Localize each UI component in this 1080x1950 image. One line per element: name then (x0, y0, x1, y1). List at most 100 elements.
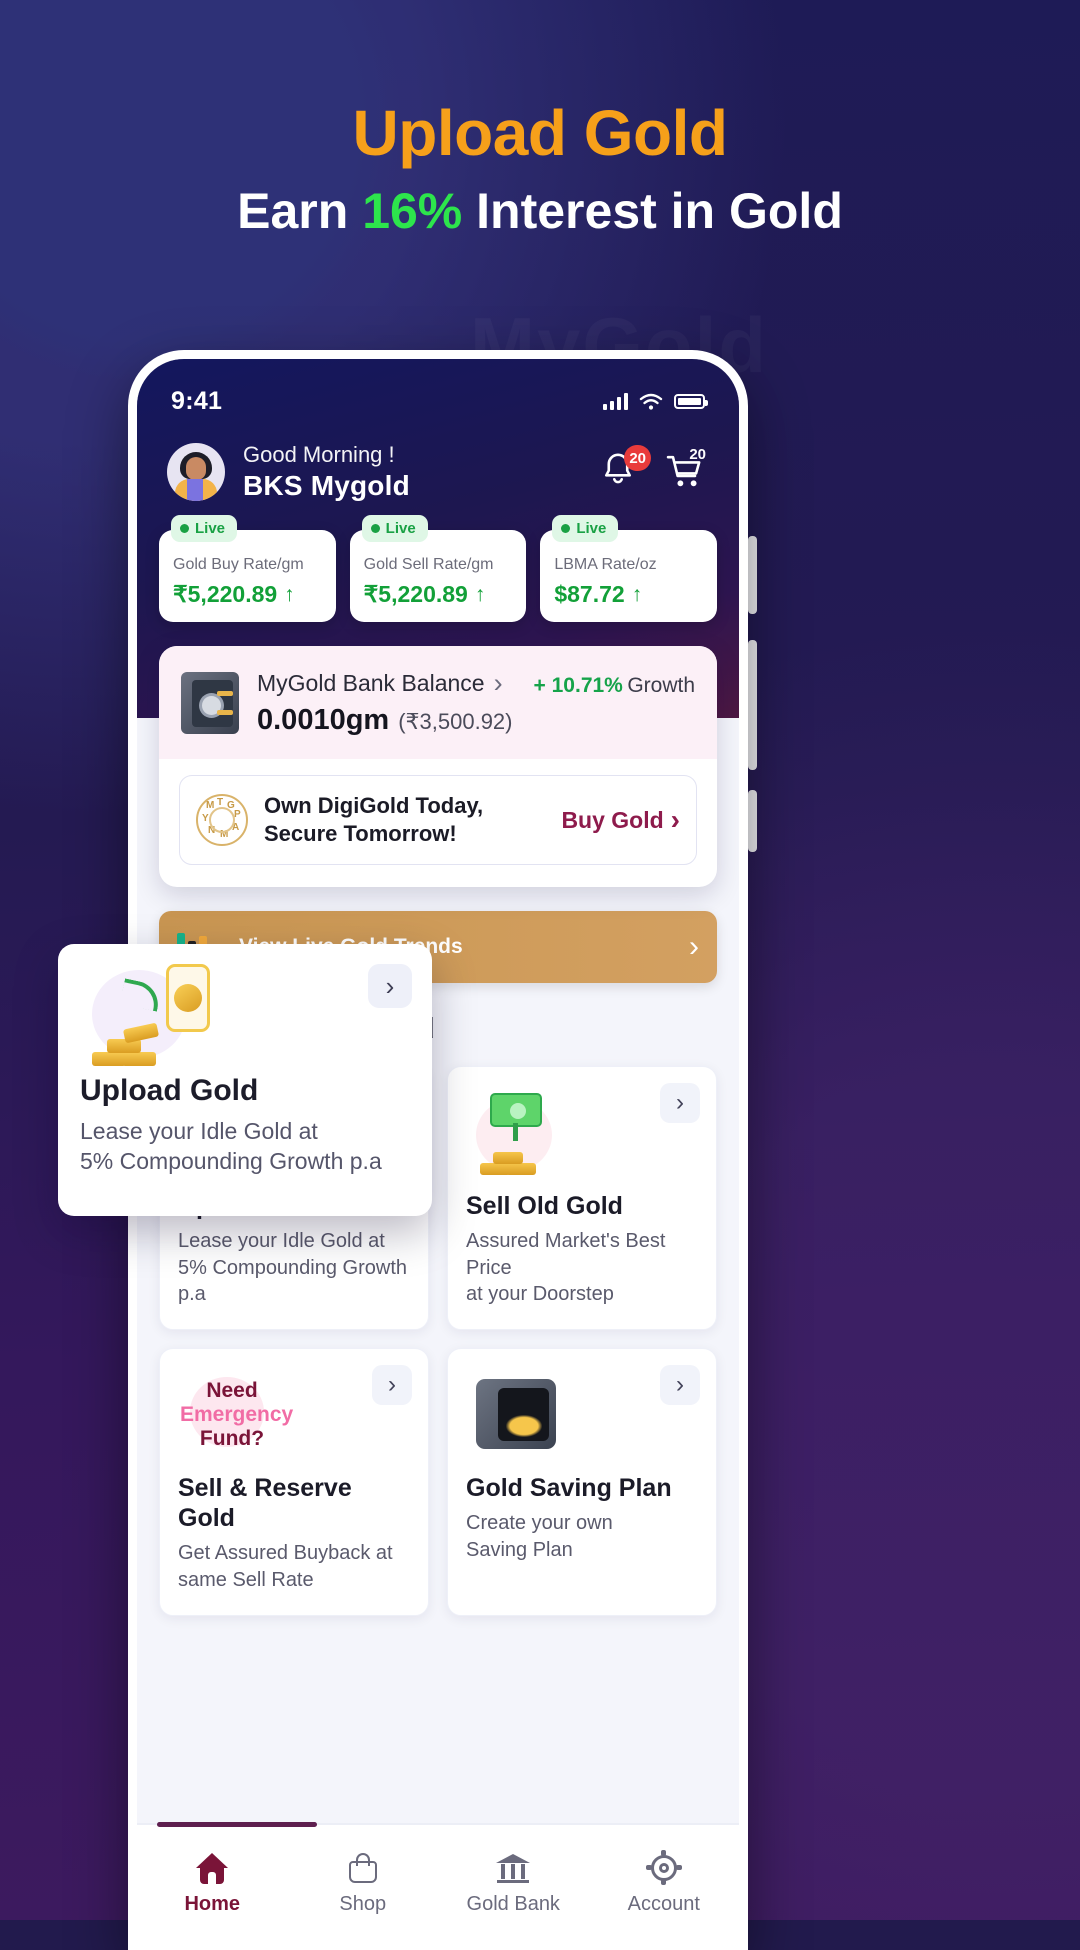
promo-subtitle-pre: Earn (237, 183, 363, 240)
shop-bag-icon (345, 1851, 381, 1885)
live-badge-label: Live (195, 520, 226, 537)
nav-item-shop[interactable]: Shop (288, 1851, 439, 1916)
status-icons (603, 393, 708, 411)
digigold-text: Own DigiGold Today, Secure Tomorrow! (264, 792, 483, 848)
live-badge: Live (171, 515, 238, 542)
promo-subtitle-highlight: 16% (362, 183, 463, 240)
live-dot-icon (370, 524, 380, 533)
header-actions: 20 20 (599, 445, 709, 493)
safe-vault-icon (181, 671, 239, 734)
feature-desc: Create your own Saving Plan (466, 1510, 698, 1563)
emergency-art-line2: Emergency (180, 1403, 294, 1426)
upload-gold-desc-line2: 5% Compounding Growth p.a (80, 1148, 382, 1175)
battery-icon (674, 394, 708, 409)
feature-card-gold-saving-plan[interactable]: › Gold Saving Plan Create your own Savin… (447, 1348, 717, 1617)
wifi-icon (639, 393, 663, 410)
user-avatar[interactable] (167, 443, 225, 501)
emergency-fund-icon: Need Emergency Fund? (180, 1373, 293, 1459)
balance-title-row[interactable]: MyGold Bank Balance › (257, 668, 513, 699)
chevron-right-icon: › (493, 668, 503, 698)
feature-desc-line1: Lease your Idle Gold at (178, 1230, 385, 1253)
chevron-right-icon: › (689, 930, 699, 964)
status-clock: 9:41 (171, 387, 223, 415)
greeting-row: Good Morning ! BKS Mygold 20 20 (137, 422, 739, 502)
nav-label: Account (627, 1892, 700, 1915)
feature-desc-line2: 5% Compounding Growth p.a (178, 1256, 408, 1306)
rate-card[interactable]: Live Gold Sell Rate/gm ₹5,220.89 ↑ (349, 515, 527, 622)
upload-gold-title: Upload Gold (80, 1074, 259, 1107)
notification-badge: 20 (624, 445, 651, 471)
rate-card-value: ₹5,220.89 (173, 581, 278, 607)
chevron-right-icon[interactable]: › (660, 1365, 700, 1406)
promo-subtitle-post: Interest in Gold (462, 183, 843, 240)
feature-desc-line2: at your Doorstep (466, 1283, 614, 1306)
status-bar: 9:41 (137, 359, 739, 422)
rate-card[interactable]: Live LBMA Rate/oz $87.72 ↑ (540, 515, 718, 622)
digigold-banner[interactable]: MT GP AM NY Own DigiGold Today, Secure T… (179, 775, 697, 866)
feature-card-sell-reserve-gold[interactable]: › Need Emergency Fund? Sell & Reserve Go… (159, 1348, 429, 1617)
balance-card[interactable]: MyGold Bank Balance › 0.0010gm (₹3,500.9… (159, 646, 717, 888)
trend-up-icon: ↑ (474, 582, 486, 606)
phone-side-button (748, 790, 757, 852)
feature-desc-line1: Create your own (466, 1512, 613, 1535)
digigold-line2: Secure Tomorrow! (264, 821, 457, 847)
balance-title: MyGold Bank Balance (257, 670, 485, 696)
feature-desc-line1: Assured Market's Best Price (466, 1230, 666, 1279)
upload-gold-desc-line1: Lease your Idle Gold at (80, 1118, 318, 1144)
vault-icon (470, 1373, 566, 1459)
live-dot-icon (561, 524, 571, 533)
cart-button[interactable]: 20 (665, 446, 706, 493)
chevron-right-icon[interactable]: › (660, 1083, 700, 1124)
rate-card-label: Gold Sell Rate/gm (363, 556, 494, 573)
nav-item-gold-bank[interactable]: Gold Bank (438, 1851, 589, 1916)
feature-desc-line2: same Sell Rate (178, 1568, 314, 1591)
greeting-label: Good Morning ! (243, 442, 395, 467)
feature-card-sell-old-gold[interactable]: › Sell Old Gold Assured Market's Best Pr… (447, 1066, 717, 1331)
balance-summary: MyGold Bank Balance › 0.0010gm (₹3,500.9… (159, 646, 717, 759)
chevron-right-icon[interactable]: › (368, 964, 412, 1008)
username-label: BKS Mygold (243, 470, 410, 501)
upload-gold-spotlight-card[interactable]: › Upload Gold Lease your Idle Gold at 5%… (58, 944, 432, 1216)
nav-item-account[interactable]: Account (589, 1849, 740, 1916)
feature-title: Sell Old Gold (466, 1192, 623, 1221)
balance-text: MyGold Bank Balance › 0.0010gm (₹3,500.9… (257, 668, 513, 737)
nav-item-home[interactable]: Home (137, 1851, 288, 1916)
rate-card-label: Gold Buy Rate/gm (173, 556, 304, 573)
feature-desc: Lease your Idle Gold at 5% Compounding G… (178, 1228, 410, 1307)
rate-card-value-row: ₹5,220.89 ↑ (173, 581, 322, 608)
growth-label: Growth (627, 674, 695, 697)
balance-amount: 0.0010gm (257, 704, 390, 736)
emergency-art-line1: Need (206, 1379, 258, 1403)
live-badge-label: Live (576, 520, 607, 537)
digigold-line1: Own DigiGold Today, (264, 793, 484, 818)
promo-headline: Upload Gold Earn 16% Interest in Gold (0, 99, 1080, 241)
phone-side-button (748, 536, 757, 614)
feature-desc-line2: Saving Plan (466, 1538, 573, 1561)
feature-title: Gold Saving Plan (466, 1474, 672, 1503)
home-icon (194, 1851, 230, 1885)
nav-label: Gold Bank (466, 1892, 560, 1915)
live-badge-label: Live (385, 520, 416, 537)
rate-card-value: $87.72 (554, 581, 625, 607)
upload-gold-desc: Lease your Idle Gold at 5% Compounding G… (80, 1116, 410, 1177)
rate-card-value-row: $87.72 ↑ (554, 581, 703, 608)
nav-label: Home (184, 1892, 241, 1915)
signal-bars-icon (603, 393, 628, 410)
chevron-right-icon[interactable]: › (372, 1365, 412, 1406)
buy-gold-button[interactable]: Buy Gold › (561, 804, 680, 836)
rate-card[interactable]: Live Gold Buy Rate/gm ₹5,220.89 ↑ (159, 515, 336, 622)
balance-amount-inr: (₹3,500.92) (398, 709, 513, 734)
growth-percent: + 10.71% (533, 674, 623, 697)
greeting-text: Good Morning ! BKS Mygold (243, 442, 410, 502)
live-dot-icon (180, 524, 189, 533)
rate-card-value: ₹5,220.89 (363, 581, 468, 607)
promo-subtitle: Earn 16% Interest in Gold (0, 183, 1080, 241)
buy-gold-label: Buy Gold (561, 806, 664, 833)
live-badge: Live (361, 515, 428, 542)
trend-up-icon: ↑ (631, 582, 643, 606)
notification-button[interactable]: 20 (599, 445, 651, 493)
rate-card-label: LBMA Rate/oz (554, 556, 657, 573)
emergency-art-line3: Fund? (199, 1426, 265, 1450)
live-badge: Live (552, 515, 619, 542)
rate-cards-row: Live Gold Buy Rate/gm ₹5,220.89 ↑ Live G… (137, 502, 739, 622)
